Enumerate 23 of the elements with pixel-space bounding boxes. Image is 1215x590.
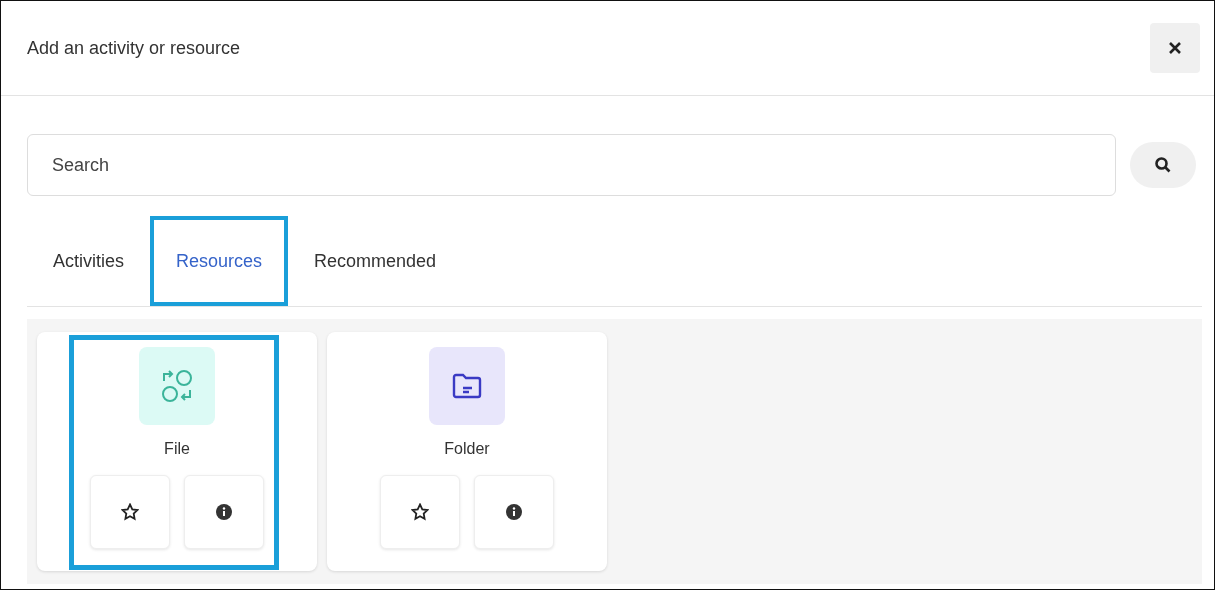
tab[interactable]: Activities <box>27 216 150 306</box>
folder-icon <box>452 373 482 399</box>
info-icon <box>216 504 232 520</box>
dialog-title: Add an activity or resource <box>27 37 241 59</box>
item-card[interactable]: Folder <box>327 332 607 571</box>
item-card[interactable]: File <box>37 332 317 571</box>
info-button[interactable] <box>474 475 554 549</box>
star-button[interactable] <box>90 475 170 549</box>
close-icon <box>1169 42 1181 54</box>
search-button[interactable] <box>1130 142 1196 188</box>
close-button[interactable] <box>1150 23 1200 73</box>
tab[interactable]: Resources <box>150 216 289 306</box>
item-name: Folder <box>444 440 490 458</box>
star-button[interactable] <box>380 475 460 549</box>
search-field[interactable]: Search <box>27 134 1116 196</box>
transfer-icon <box>161 369 193 403</box>
star-icon <box>121 503 139 521</box>
info-button[interactable] <box>184 475 264 549</box>
star-icon <box>411 503 429 521</box>
tab[interactable]: Recommended <box>288 216 463 306</box>
item-name: File <box>164 440 190 458</box>
search-icon <box>1155 157 1171 173</box>
info-icon <box>506 504 522 520</box>
